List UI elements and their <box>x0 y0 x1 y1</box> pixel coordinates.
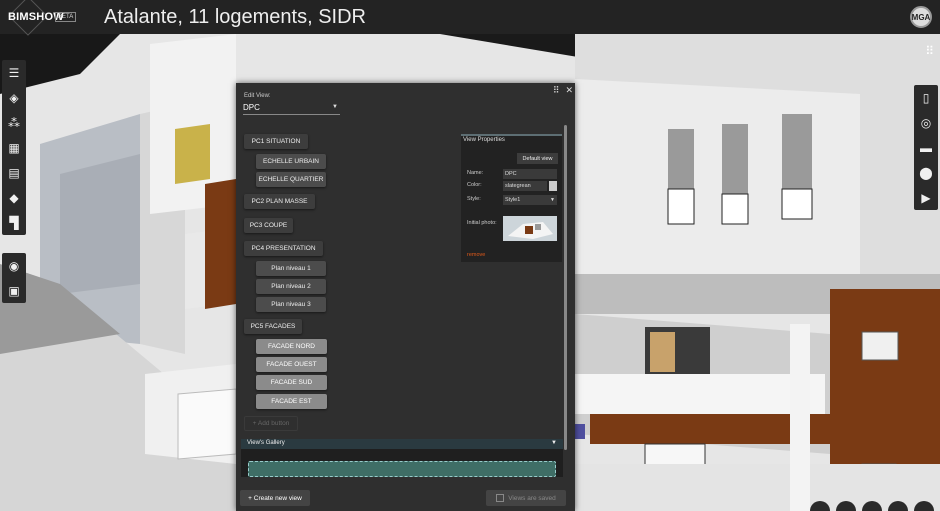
location-pin-icon[interactable]: ⬤ <box>914 160 938 185</box>
style-select[interactable]: Style1 <box>503 195 557 205</box>
echelle-urbain-button[interactable]: ECHELLE URBAIN <box>256 154 326 169</box>
top-header: BIMSHOW BETA Atalante, 11 logements, SID… <box>0 0 940 36</box>
plan-niveau-2-button[interactable]: Plan niveau 2 <box>256 279 326 294</box>
panel-controls: ⠿ ✕ <box>553 85 573 96</box>
play-circle-icon[interactable]: ▶ <box>914 185 938 210</box>
edit-view-label: Edit View: <box>244 93 271 99</box>
document-icon[interactable]: ▯ <box>914 85 938 110</box>
echelle-quartier-button[interactable]: ECHELLE QUARTIER <box>256 172 326 187</box>
view-select-value: DPC <box>243 103 260 112</box>
panel-scrollbar[interactable] <box>564 125 567 450</box>
gallery-title: View's Gallery <box>247 440 285 446</box>
plan-niveau-3-button[interactable]: Plan niveau 3 <box>256 297 326 312</box>
image-icon[interactable]: ▣ <box>2 278 26 303</box>
layers-icon[interactable]: ◈ <box>2 85 26 110</box>
right-toolbar: ▯ ◎ ▬ ⬤ ▶ <box>914 85 938 210</box>
photo-building-image <box>503 216 557 241</box>
caret-down-icon: ▼ <box>332 104 338 110</box>
paint-roller-icon[interactable]: ▜ <box>2 210 26 235</box>
chart-icon[interactable]: ▤ <box>2 160 26 185</box>
drag-handle-icon[interactable]: ⠿ <box>553 85 560 96</box>
pc3-coupe-button[interactable]: PC3 COUPE <box>244 218 293 233</box>
view-select[interactable]: DPC ▼ <box>243 101 340 115</box>
pc2-plan-masse-button[interactable]: PC2 PLAN MASSE <box>244 194 315 209</box>
pc5-facades-button[interactable]: PC5 FACADES <box>244 319 302 334</box>
left-toolbar-secondary: ◉ ▣ <box>2 253 26 303</box>
nav-control-1[interactable] <box>810 501 830 511</box>
nav-control-2[interactable] <box>836 501 856 511</box>
facade-ouest-button[interactable]: FACADE OUEST <box>256 357 327 372</box>
color-swatch[interactable] <box>549 181 557 191</box>
views-gallery-header[interactable]: View's Gallery ▼ <box>241 439 563 449</box>
cubes-icon[interactable]: ⁂ <box>2 110 26 135</box>
app-root: BIMSHOW BETA Atalante, 11 logements, SID… <box>0 0 940 511</box>
view-properties-title: View Properties <box>463 137 505 143</box>
name-field[interactable]: DPC <box>503 169 557 179</box>
add-button[interactable]: + Add button <box>244 416 298 431</box>
gallery-drop-zone[interactable] <box>248 461 556 477</box>
calendar-icon[interactable]: ▦ <box>2 135 26 160</box>
facade-sud-button[interactable]: FACADE SUD <box>256 375 327 390</box>
style-label: Style: <box>467 196 481 202</box>
camera-icon[interactable]: ◉ <box>2 253 26 278</box>
ruler-icon[interactable]: ▬ <box>914 135 938 160</box>
nav-control-4[interactable] <box>888 501 908 511</box>
facade-est-button[interactable]: FACADE EST <box>256 394 327 409</box>
default-view-button[interactable]: Default view <box>517 153 558 164</box>
pc4-presentation-button[interactable]: PC4 PRESENTATION <box>244 241 323 256</box>
remove-link[interactable]: remove <box>467 252 485 258</box>
app-logo[interactable]: BIMSHOW BETA <box>0 0 92 36</box>
caret-down-icon: ▼ <box>551 440 557 446</box>
facade-nord-button[interactable]: FACADE NORD <box>256 339 327 354</box>
style-caret-icon: ▼ <box>550 197 555 203</box>
edit-view-panel: ⠿ ✕ Edit View: DPC ▼ PC1 SITUATION ECHEL… <box>236 83 575 511</box>
beta-badge: BETA <box>55 12 77 22</box>
color-field[interactable]: slategrean <box>503 181 547 191</box>
plan-niveau-1-button[interactable]: Plan niveau 1 <box>256 261 326 276</box>
name-label: Name: <box>467 170 484 176</box>
view-properties-card: View Properties Default view Name: DPC C… <box>461 134 562 262</box>
floppy-disk-icon <box>496 494 505 502</box>
pc1-situation-button[interactable]: PC1 SITUATION <box>244 134 308 149</box>
close-icon[interactable]: ✕ <box>565 85 573 96</box>
left-toolbar: ☰ ◈ ⁂ ▦ ▤ ◆ ▜ <box>2 60 26 235</box>
project-title: Atalante, 11 logements, SIDR <box>104 6 366 28</box>
grip-icon[interactable]: ⠿ <box>925 44 934 58</box>
color-label: Color: <box>467 182 482 188</box>
nav-control-5[interactable] <box>914 501 934 511</box>
initial-photo-label: Initial photo: <box>467 220 497 226</box>
user-avatar[interactable]: MGA <box>910 6 932 28</box>
views-saved-button[interactable]: Views are saved <box>486 490 566 506</box>
nav-control-3[interactable] <box>862 501 882 511</box>
views-saved-label: Views are saved <box>508 494 556 502</box>
initial-photo-thumbnail[interactable] <box>503 216 557 241</box>
tag-icon[interactable]: ◆ <box>2 185 26 210</box>
list-icon[interactable]: ☰ <box>2 60 26 85</box>
bottom-controls <box>810 501 934 511</box>
create-new-view-button[interactable]: + Create new view <box>240 490 310 506</box>
eye-icon[interactable]: ◎ <box>914 110 938 135</box>
